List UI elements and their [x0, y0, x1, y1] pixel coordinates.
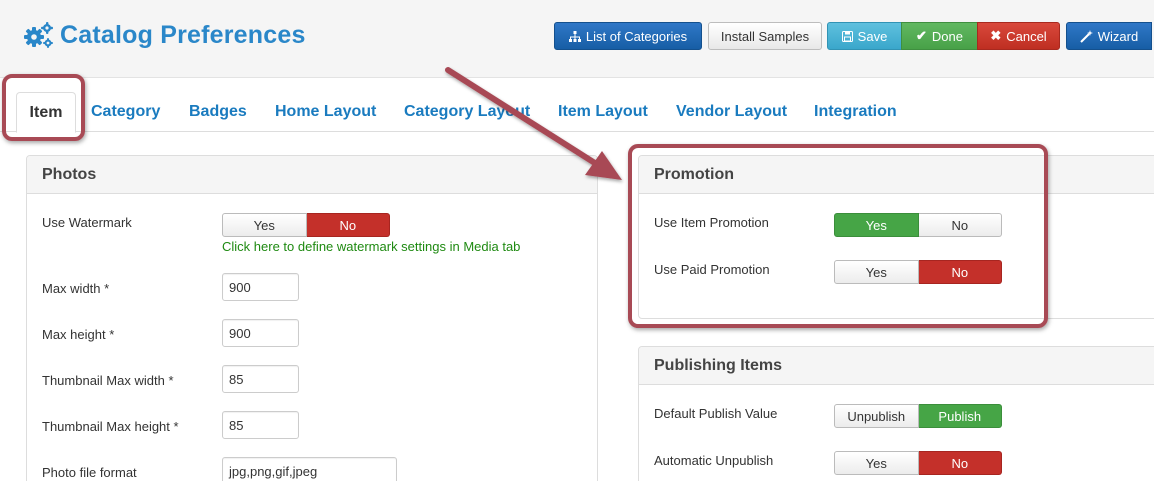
default-publish-label: Default Publish Value [654, 406, 778, 421]
use-watermark-no[interactable]: No [306, 213, 390, 237]
max-height-label: Max height * [42, 327, 115, 342]
tab-category[interactable]: Category [91, 92, 160, 132]
check-icon: ✔ [916, 28, 927, 43]
thumbnail-max-width-input[interactable]: 85 [222, 365, 299, 393]
use-item-promotion-label: Use Item Promotion [654, 215, 769, 230]
magic-wand-icon [1080, 29, 1093, 43]
save-button[interactable]: Save [827, 22, 902, 50]
max-width-label: Max width * [42, 281, 110, 296]
install-samples-label: Install Samples [720, 28, 810, 44]
tab-badges[interactable]: Badges [189, 92, 247, 132]
automatic-unpublish-toggle: Yes No [834, 451, 1002, 475]
list-of-categories-button[interactable]: List of Categories [554, 22, 702, 50]
tab-integration[interactable]: Integration [814, 92, 897, 132]
use-watermark-label: Use Watermark [42, 215, 132, 230]
page-title: Catalog Preferences [60, 20, 306, 49]
automatic-unpublish-label: Automatic Unpublish [654, 453, 774, 468]
sitemap-icon [568, 30, 581, 42]
use-paid-promotion-toggle: Yes No [834, 260, 1002, 284]
list-of-categories-label: List of Categories [585, 28, 688, 44]
use-item-promotion-toggle: Yes No [834, 213, 1002, 237]
close-icon: ✖ [990, 28, 1002, 43]
photo-file-format-input[interactable]: jpg,png,gif,jpeg [222, 457, 397, 481]
tab-bar: Item Category Badges Home Layout Categor… [0, 90, 1154, 133]
done-label: Done [931, 28, 963, 44]
page-header: Catalog Preferences List of Categories I… [0, 0, 1154, 78]
max-height-input[interactable]: 900 [222, 319, 299, 347]
cancel-button[interactable]: ✖ Cancel [977, 22, 1060, 50]
tab-item-layout[interactable]: Item Layout [558, 92, 648, 132]
promotion-panel: Promotion [638, 155, 1154, 319]
install-samples-button[interactable]: Install Samples [708, 22, 822, 50]
photos-heading: Photos [27, 156, 597, 194]
thumbnail-max-width-label: Thumbnail Max width * [42, 373, 174, 388]
tab-category-layout[interactable]: Category Layout [404, 92, 530, 132]
use-watermark-toggle: Yes No [222, 213, 390, 237]
photo-file-format-label: Photo file format [42, 465, 137, 480]
cancel-label: Cancel [1006, 28, 1047, 44]
gears-icon [24, 22, 53, 48]
wizard-label: Wizard [1097, 28, 1139, 44]
automatic-unpublish-yes[interactable]: Yes [834, 451, 919, 475]
thumbnail-max-height-label: Thumbnail Max height * [42, 419, 179, 434]
default-publish-toggle: Unpublish Publish [834, 404, 1002, 428]
done-button[interactable]: ✔ Done [901, 22, 978, 50]
title-wrap: Catalog Preferences [22, 20, 306, 50]
thumbnail-max-height-input[interactable]: 85 [222, 411, 299, 439]
promotion-heading: Promotion [639, 156, 1154, 194]
max-width-input[interactable]: 900 [222, 273, 299, 301]
tab-item[interactable]: Item [16, 92, 76, 133]
tab-home-layout[interactable]: Home Layout [275, 92, 376, 132]
use-item-promotion-yes[interactable]: Yes [834, 213, 919, 237]
save-label: Save [857, 28, 888, 44]
use-watermark-yes[interactable]: Yes [222, 213, 307, 237]
tab-vendor-layout[interactable]: Vendor Layout [676, 92, 787, 132]
wizard-button[interactable]: Wizard [1066, 22, 1152, 50]
use-paid-promotion-label: Use Paid Promotion [654, 262, 770, 277]
watermark-settings-link[interactable]: Click here to define watermark settings … [222, 239, 520, 254]
publish-option[interactable]: Publish [918, 404, 1002, 428]
use-paid-promotion-no[interactable]: No [918, 260, 1002, 284]
publishing-heading: Publishing Items [639, 347, 1154, 385]
use-item-promotion-no[interactable]: No [918, 213, 1002, 237]
floppy-icon [841, 30, 853, 42]
automatic-unpublish-no[interactable]: No [918, 451, 1002, 475]
use-paid-promotion-yes[interactable]: Yes [834, 260, 919, 284]
unpublish-option[interactable]: Unpublish [834, 404, 919, 428]
